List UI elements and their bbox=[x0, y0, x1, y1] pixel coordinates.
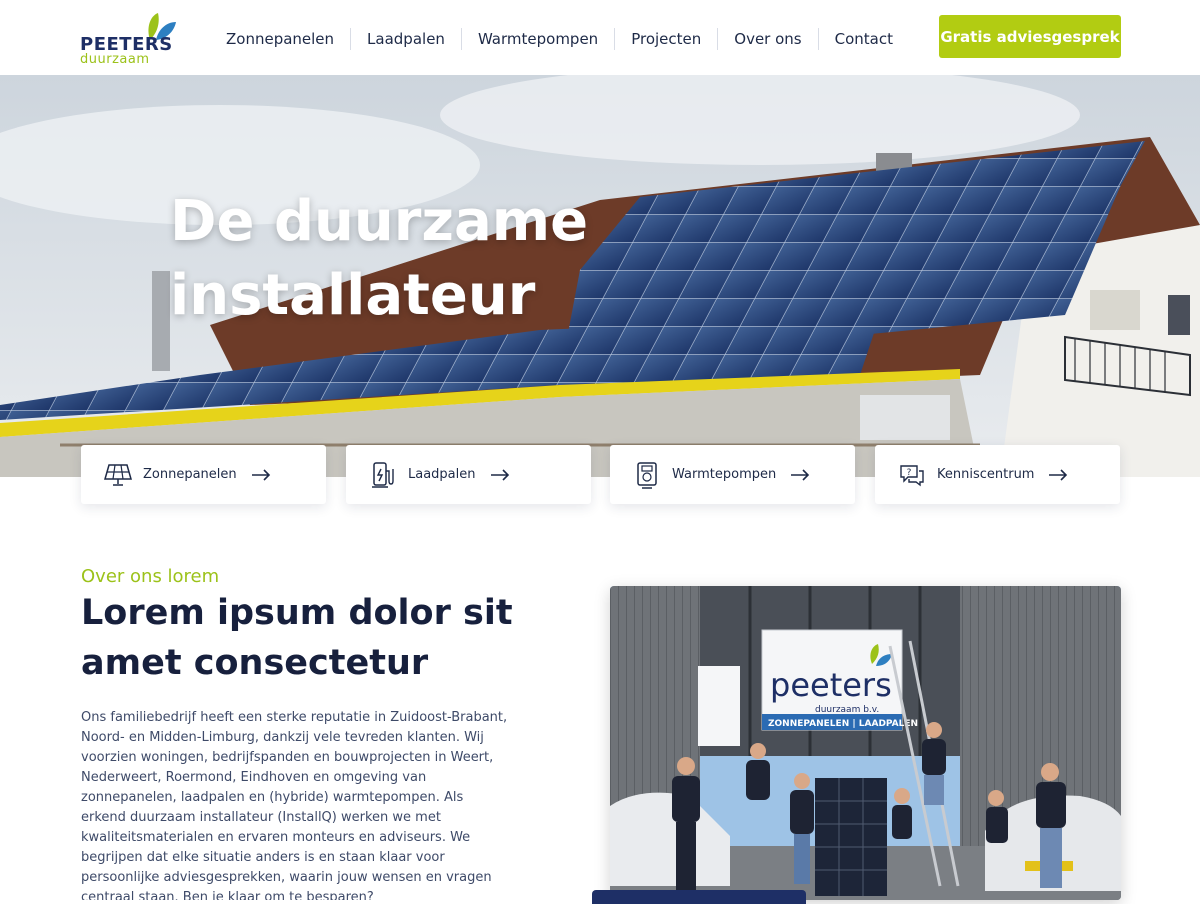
advice-cta-button[interactable]: Gratis adviesgesprek bbox=[939, 15, 1121, 58]
nav-item-warmtepompen[interactable]: Warmtepompen bbox=[460, 28, 614, 50]
nav-item-projecten[interactable]: Projecten bbox=[614, 28, 717, 50]
arrow-right-icon bbox=[790, 468, 810, 481]
card-label: Warmtepompen bbox=[672, 467, 777, 482]
team-photo: peeters duurzaam b.v. ZONNEPANELEN | LAA… bbox=[610, 586, 1121, 900]
question-chat-icon: ? bbox=[895, 458, 929, 492]
hero-title: De duurzame installateur bbox=[170, 185, 630, 333]
card-kenniscentrum[interactable]: ? Kenniscentrum bbox=[875, 445, 1120, 504]
card-warmtepompen[interactable]: Warmtepompen bbox=[610, 445, 855, 504]
nav-item-zonnepanelen[interactable]: Zonnepanelen bbox=[210, 28, 350, 50]
heat-pump-icon bbox=[630, 458, 664, 492]
card-label: Kenniscentrum bbox=[937, 467, 1035, 482]
service-cards: Zonnepanelen Laadpalen Warmtepompen ? Ke… bbox=[81, 445, 1121, 505]
nav-item-laadpalen[interactable]: Laadpalen bbox=[350, 28, 461, 50]
sign-brand: peeters bbox=[770, 666, 892, 704]
hero-title-line-2: installateur bbox=[170, 263, 536, 328]
team-photo-image: peeters duurzaam b.v. ZONNEPANELEN | LAA… bbox=[610, 586, 1121, 900]
card-label: Zonnepanelen bbox=[143, 467, 237, 482]
nav-item-over-ons[interactable]: Over ons bbox=[717, 28, 817, 50]
card-zonnepanelen[interactable]: Zonnepanelen bbox=[81, 445, 326, 504]
solar-panel-icon bbox=[101, 458, 135, 492]
sign-strip: ZONNEPANELEN | LAADPALEN bbox=[768, 719, 918, 729]
hero-banner: De duurzame installateur bbox=[0, 75, 1200, 477]
card-laadpalen[interactable]: Laadpalen bbox=[346, 445, 591, 504]
section-heading: Lorem ipsum dolor sit amet consectetur bbox=[81, 593, 513, 683]
arrow-right-icon bbox=[1048, 468, 1068, 481]
nav-item-contact[interactable]: Contact bbox=[817, 28, 909, 50]
photo-overlay-button[interactable] bbox=[592, 890, 806, 904]
section-eyebrow: Over ons lorem bbox=[81, 566, 220, 587]
svg-text:?: ? bbox=[907, 468, 912, 478]
section-body-text: Ons familiebedrijf heeft een sterke repu… bbox=[81, 710, 508, 900]
hero-title-line-1: De duurzame bbox=[170, 189, 589, 254]
card-label: Laadpalen bbox=[408, 467, 476, 482]
main-nav: Zonnepanelen Laadpalen Warmtepompen Proj… bbox=[210, 28, 909, 50]
brand-logo[interactable]: PEETERS duurzaam bbox=[80, 12, 180, 67]
logo-subtext: duurzaam bbox=[80, 52, 150, 67]
sign-subtext: duurzaam b.v. bbox=[815, 705, 879, 715]
arrow-right-icon bbox=[490, 468, 510, 481]
site-header: PEETERS duurzaam Zonnepanelen Laadpalen … bbox=[0, 0, 1200, 75]
arrow-right-icon bbox=[251, 468, 271, 481]
charging-station-icon bbox=[366, 458, 400, 492]
